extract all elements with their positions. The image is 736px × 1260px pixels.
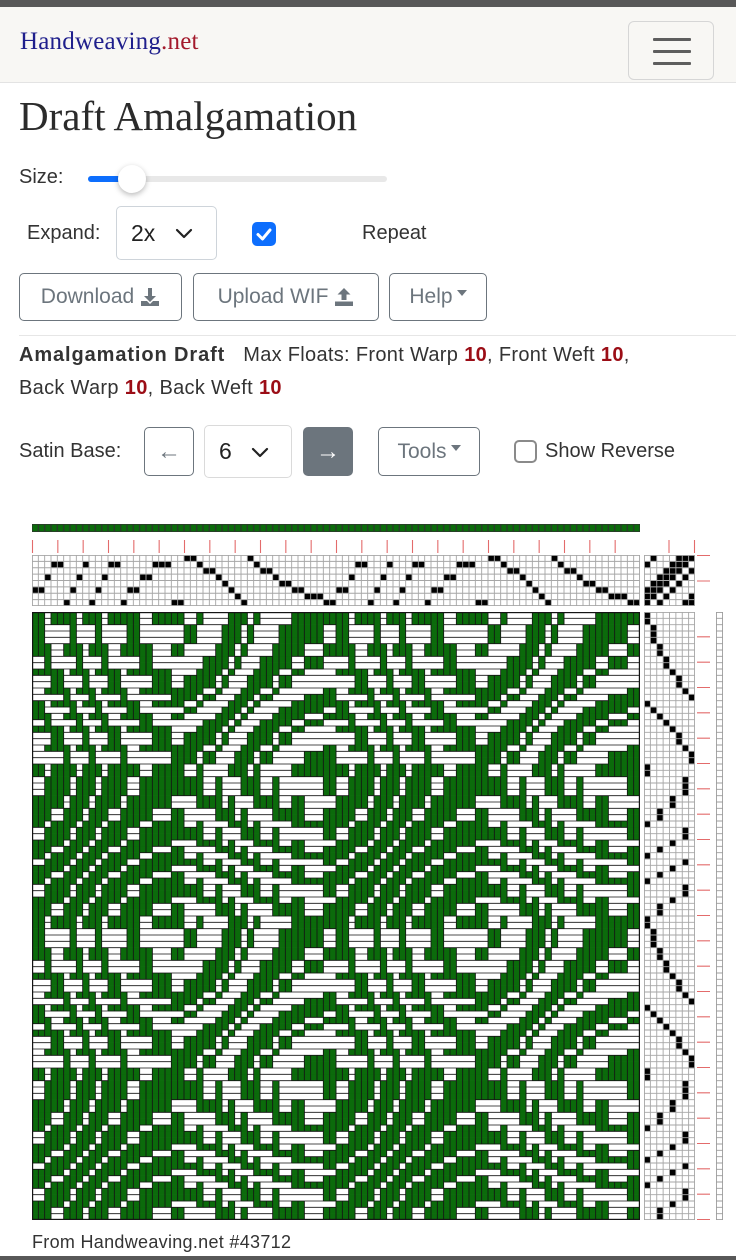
satin-prev-button[interactable]: ← xyxy=(144,427,194,476)
back-warp-value: 10 xyxy=(124,377,148,399)
max-floats-summary: Amalgamation Draft Max Floats: Front Warp 1… xyxy=(19,339,630,405)
menu-toggle-button[interactable] xyxy=(628,21,714,80)
summary-line-2: Back Warp 10, Back Weft 10 xyxy=(19,372,630,405)
upload-icon xyxy=(335,288,354,306)
arrow-left-icon: ← xyxy=(157,437,181,465)
satin-next-button[interactable]: → xyxy=(303,427,353,476)
size-slider[interactable] xyxy=(86,165,389,193)
repeat-label[interactable]: Repeat xyxy=(362,222,427,245)
help-dropdown-button[interactable]: Help xyxy=(389,273,487,321)
size-slider-thumb[interactable] xyxy=(117,165,146,193)
size-label: Size: xyxy=(19,166,64,188)
show-reverse-checkbox[interactable] xyxy=(514,440,537,463)
front-warp-label: Front Warp xyxy=(355,344,459,366)
brand-logo-link[interactable]: Handweaving.net xyxy=(20,28,199,56)
arrow-right-icon: → xyxy=(316,437,340,465)
download-icon xyxy=(141,288,160,306)
back-weft-value: 10 xyxy=(258,377,282,399)
treadling-grid[interactable] xyxy=(644,612,695,1220)
tieup-grid[interactable] xyxy=(644,555,695,606)
separator: , xyxy=(623,344,630,366)
tools-button-label: Tools xyxy=(397,439,447,463)
back-weft-label: Back Weft xyxy=(159,377,253,399)
brand-tld: .net xyxy=(161,28,199,55)
help-button-label: Help xyxy=(409,285,453,308)
checkmark-icon xyxy=(256,228,272,241)
expand-select[interactable]: 2x xyxy=(116,206,217,260)
repeat-checkbox[interactable] xyxy=(252,222,276,246)
front-warp-value: 10 xyxy=(464,344,488,366)
weft-color-strip[interactable] xyxy=(716,612,723,1220)
top-edge-bar xyxy=(0,0,736,7)
satin-base-value: 6 xyxy=(219,438,232,464)
navbar: Handweaving.net xyxy=(0,7,736,83)
max-floats-label: Max Floats: xyxy=(243,344,350,366)
page-title: Draft Amalgamation xyxy=(19,93,358,139)
warp-color-strip[interactable] xyxy=(32,524,640,532)
brand-name: Handweaving xyxy=(20,28,162,55)
satin-base-select[interactable]: 6 xyxy=(204,425,292,478)
front-weft-label: Front Weft xyxy=(498,344,595,366)
separator: , xyxy=(487,344,493,366)
back-warp-label: Back Warp xyxy=(19,377,119,399)
threading-grid[interactable] xyxy=(32,555,640,606)
satin-base-label: Satin Base: xyxy=(19,440,122,462)
chevron-down-icon xyxy=(175,228,193,239)
bottom-edge-bar xyxy=(0,1256,736,1260)
separator: , xyxy=(147,377,154,399)
summary-line-1: Amalgamation Draft Max Floats: Front Warp 1… xyxy=(19,339,630,372)
expand-label: Expand: xyxy=(27,222,101,244)
front-weft-value: 10 xyxy=(600,344,624,366)
caret-down-icon xyxy=(450,444,461,451)
show-reverse-label[interactable]: Show Reverse xyxy=(545,440,675,463)
upload-wif-button[interactable]: Upload WIF xyxy=(193,273,379,321)
tools-dropdown-button[interactable]: Tools xyxy=(378,427,480,476)
chevron-down-icon xyxy=(251,447,269,458)
summary-title: Amalgamation Draft xyxy=(19,344,226,366)
upload-wif-button-label: Upload WIF xyxy=(217,285,329,308)
expand-select-value: 2x xyxy=(131,219,156,246)
divider xyxy=(19,335,736,336)
download-button[interactable]: Download xyxy=(19,273,182,321)
caret-down-icon xyxy=(456,290,467,296)
drawdown xyxy=(32,612,640,1220)
draft-credit: From Handweaving.net #43712 xyxy=(32,1232,292,1252)
download-button-label: Download xyxy=(40,285,135,308)
